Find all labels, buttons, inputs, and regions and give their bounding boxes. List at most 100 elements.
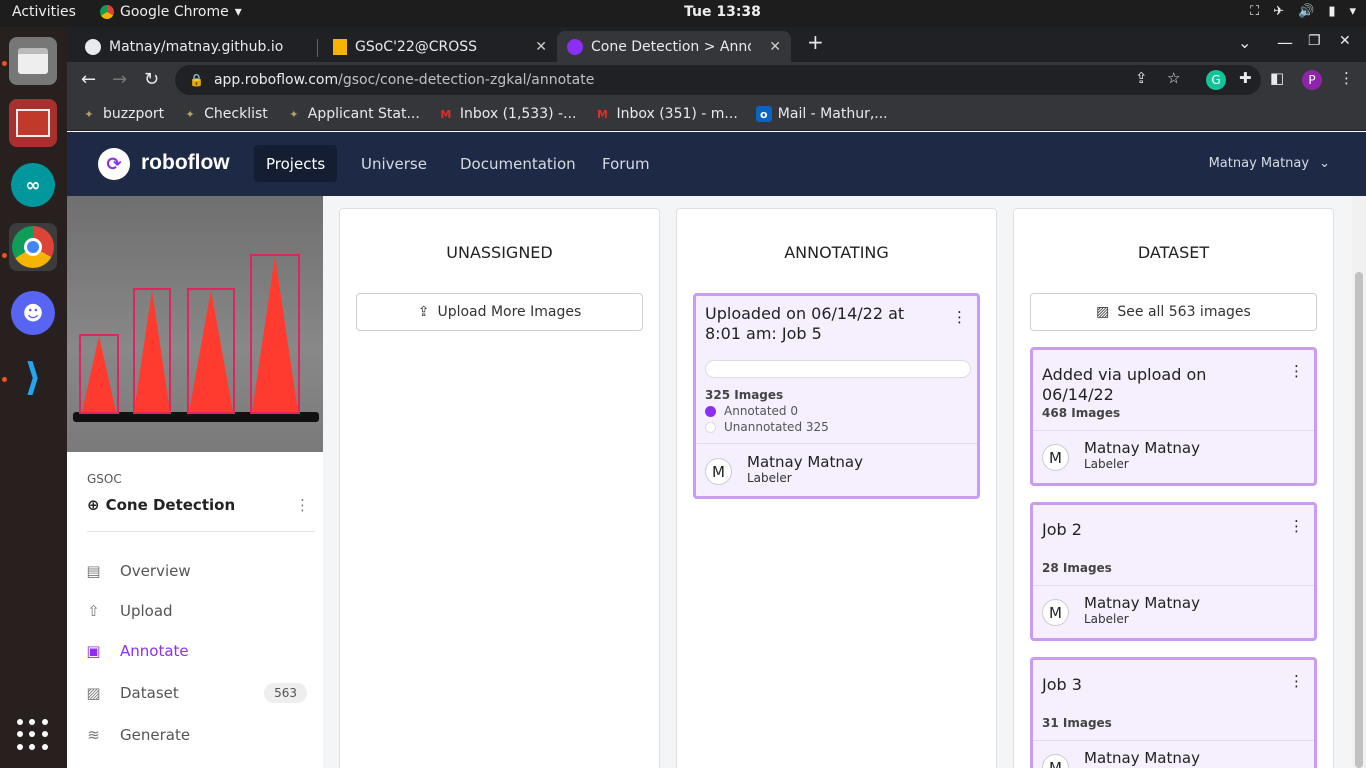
lock-icon: 🔒 [189,73,204,87]
profile-avatar[interactable]: P [1302,70,1322,90]
system-tray[interactable]: ⛶ ✈ 🔊 ▮ ▾ [1250,4,1356,19]
forward-icon[interactable]: → [112,69,127,90]
batch-card[interactable]: Job 3 ⋮ 31 Images M Matnay Matnay Labele… [1030,657,1317,768]
sidebar-item-generate[interactable]: ≋ Generate [85,723,307,747]
grammarly-icon[interactable]: G [1206,70,1226,90]
new-tab-icon[interactable]: + [807,30,824,54]
generate-icon: ≋ [87,726,100,744]
gmail-icon: M [596,107,608,121]
globe-icon: ⊕ [87,496,100,514]
bookmark-outlook-mail[interactable]: o Mail - Mathur,... [755,106,888,122]
upload-more-images-button[interactable]: ⇪ Upload More Images [356,293,643,331]
tab-search-icon[interactable]: ⌄ [1238,33,1251,52]
job-title: Uploaded on 06/14/22 at 8:01 am: Job 5 [705,304,905,343]
vscode-icon[interactable]: ⟩ [9,353,57,401]
batch-title: Job 3 [1042,675,1082,694]
batch-card[interactable]: Job 2 ⋮ 28 Images M Matnay Matnay Labele… [1030,502,1317,641]
batch-menu-icon[interactable]: ⋮ [1289,672,1304,690]
avatar: M [705,458,732,485]
buzz-icon: ✦ [84,107,94,121]
show-apps-icon[interactable] [17,719,49,751]
back-icon[interactable]: ← [81,69,96,90]
bounding-box [133,288,171,414]
project-name[interactable]: ⊕ Cone Detection [87,496,235,514]
chrome-window: Matnay/matnay.github.io GSoC'22@CROSS ✕ … [67,27,1366,768]
maximize-icon[interactable]: ❐ [1308,33,1321,49]
running-indicator [2,377,7,382]
chevron-down-icon: ▾ [234,4,242,20]
nav-documentation[interactable]: Documentation [448,145,588,182]
batch-title: Job 2 [1042,520,1082,539]
avatar: M [1042,444,1069,471]
tab-gsoc[interactable]: GSoC'22@CROSS ✕ [323,31,557,62]
arduino-icon[interactable]: ∞ [9,161,57,209]
window-close-icon[interactable]: ✕ [1339,33,1351,49]
airplane-icon: ✈ [1273,4,1285,19]
close-icon[interactable]: ✕ [769,39,781,55]
reload-icon[interactable]: ↻ [144,69,159,90]
system-top-bar: Activities Google Chrome ▾ Tue 13:38 ⛶ ✈… [0,0,1366,27]
tab-cone-detection[interactable]: Cone Detection > Annotate ✕ [557,31,791,62]
batch-menu-icon[interactable]: ⋮ [1289,517,1304,535]
dock: ∞ ☻ ⟩ [0,27,67,768]
address-bar[interactable]: 🔒 app.roboflow.com/gsoc/cone-detection-z… [175,65,1261,95]
discord-icon[interactable]: ☻ [9,289,57,337]
project-menu-icon[interactable]: ⋮ [295,496,310,514]
legend-unannotated: Unannotated 325 [705,420,829,434]
image-count: 28 Images [1042,561,1112,575]
doc-icon [333,38,347,55]
buzz-icon: ✦ [289,107,299,121]
bookmark-buzzport[interactable]: ✦ buzzport [81,106,164,122]
see-all-images-button[interactable]: ▨ See all 563 images [1030,293,1317,331]
user-menu[interactable]: Matnay Matnay ⌄ [1209,156,1330,171]
nav-projects[interactable]: Projects [254,145,338,182]
extensions-icon[interactable]: ✚ [1239,69,1252,87]
activities-button[interactable]: Activities [12,4,76,20]
annotate-icon: ▣ [86,642,101,660]
bookmark-applicant-status[interactable]: ✦ Applicant Stat... [286,106,420,122]
clock[interactable]: Tue 13:38 [684,4,761,20]
running-indicator [2,61,7,66]
buzz-icon: ✦ [185,107,195,121]
bookmark-inbox-1[interactable]: M Inbox (1,533) -... [438,106,576,122]
tab-strip: Matnay/matnay.github.io GSoC'22@CROSS ✕ … [67,27,1366,62]
job-card[interactable]: Uploaded on 06/14/22 at 8:01 am: Job 5 ⋮… [693,293,980,499]
url-host: app.roboflow.com [213,72,339,88]
images-icon: ▨ [1096,304,1110,320]
batch-card[interactable]: Added via upload on 06/14/22 ⋮ 468 Image… [1030,347,1317,486]
tab-separator [317,39,318,57]
bookmark-inbox-2[interactable]: M Inbox (351) - m... [594,106,738,122]
sidebar-item-dataset[interactable]: ▨ Dataset 563 [85,681,307,705]
job-menu-icon[interactable]: ⋮ [952,308,967,326]
close-icon[interactable]: ✕ [535,39,547,55]
minimize-icon[interactable]: — [1277,33,1293,52]
roboflow-logo-icon[interactable]: ⟳ [98,148,130,180]
sidebar-item-overview[interactable]: ▤ Overview [85,559,307,583]
scrollbar-thumb[interactable] [1355,272,1363,768]
nav-universe[interactable]: Universe [349,145,439,182]
side-panel-icon[interactable]: ◧ [1270,69,1284,87]
share-icon[interactable]: ⇪ [1135,69,1148,87]
image-count: 31 Images [1042,716,1112,730]
app-menu[interactable]: Google Chrome ▾ [100,4,242,20]
divider [1033,430,1314,431]
files-icon[interactable] [9,37,57,85]
divider [696,443,977,444]
sidebar-item-annotate[interactable]: ▣ Annotate [85,639,307,663]
column-title: DATASET [1137,243,1210,262]
workspace-label: GSOC [87,472,122,486]
assignee: Matnay Matnay Labeler [1084,749,1200,768]
bounding-box [250,254,300,414]
page-scrollbar[interactable] [1352,196,1366,768]
sidebar-item-upload[interactable]: ⇧ Upload [85,599,307,623]
terminal-app-icon[interactable] [9,99,57,147]
bookmark-checklist[interactable]: ✦ Checklist [182,106,268,122]
tab-github[interactable]: Matnay/matnay.github.io [75,31,315,62]
batch-menu-icon[interactable]: ⋮ [1289,362,1304,380]
nav-forum[interactable]: Forum [590,145,662,182]
bookmark-star-icon[interactable]: ☆ [1167,69,1180,87]
chrome-app-icon[interactable] [9,223,57,271]
column-annotating: ANNOTATING Uploaded on 06/14/22 at 8:01 … [676,208,997,768]
chrome-menu-icon[interactable]: ⋮ [1339,69,1354,87]
brand-name[interactable]: roboflow [141,151,230,175]
